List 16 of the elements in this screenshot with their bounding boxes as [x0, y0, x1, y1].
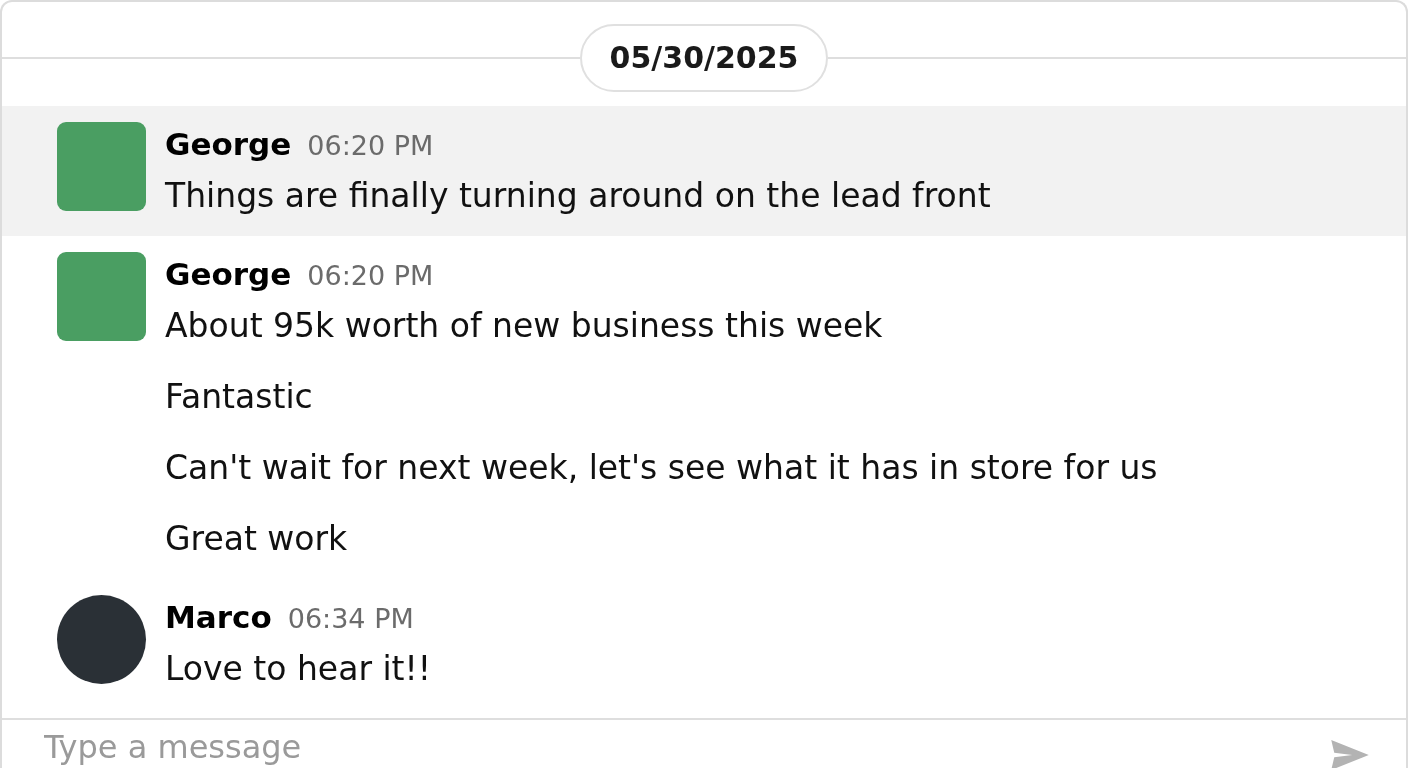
message-time: 06:20 PM	[307, 129, 434, 163]
message-text: About 95k worth of new business this week	[165, 305, 884, 347]
message-text: Things are finally turning around on the lead front	[165, 175, 991, 217]
message-time: 06:34 PM	[287, 602, 414, 636]
message-input[interactable]: Type a message	[44, 728, 1310, 765]
date-label: 05/30/2025	[579, 24, 829, 92]
send-icon	[1330, 740, 1370, 768]
message-time: 06:20 PM	[307, 259, 434, 293]
author-name: George	[165, 255, 292, 294]
message-text: Great work	[165, 518, 349, 560]
message-text: Love to hear it!!	[165, 648, 431, 690]
message-text: Can't wait for next week, let's see what it has in store for us	[165, 447, 1158, 489]
author-name: George	[165, 125, 292, 164]
send-button[interactable]	[1330, 740, 1370, 768]
message-text: Fantastic	[165, 376, 314, 418]
author-name: Marco	[165, 598, 272, 637]
